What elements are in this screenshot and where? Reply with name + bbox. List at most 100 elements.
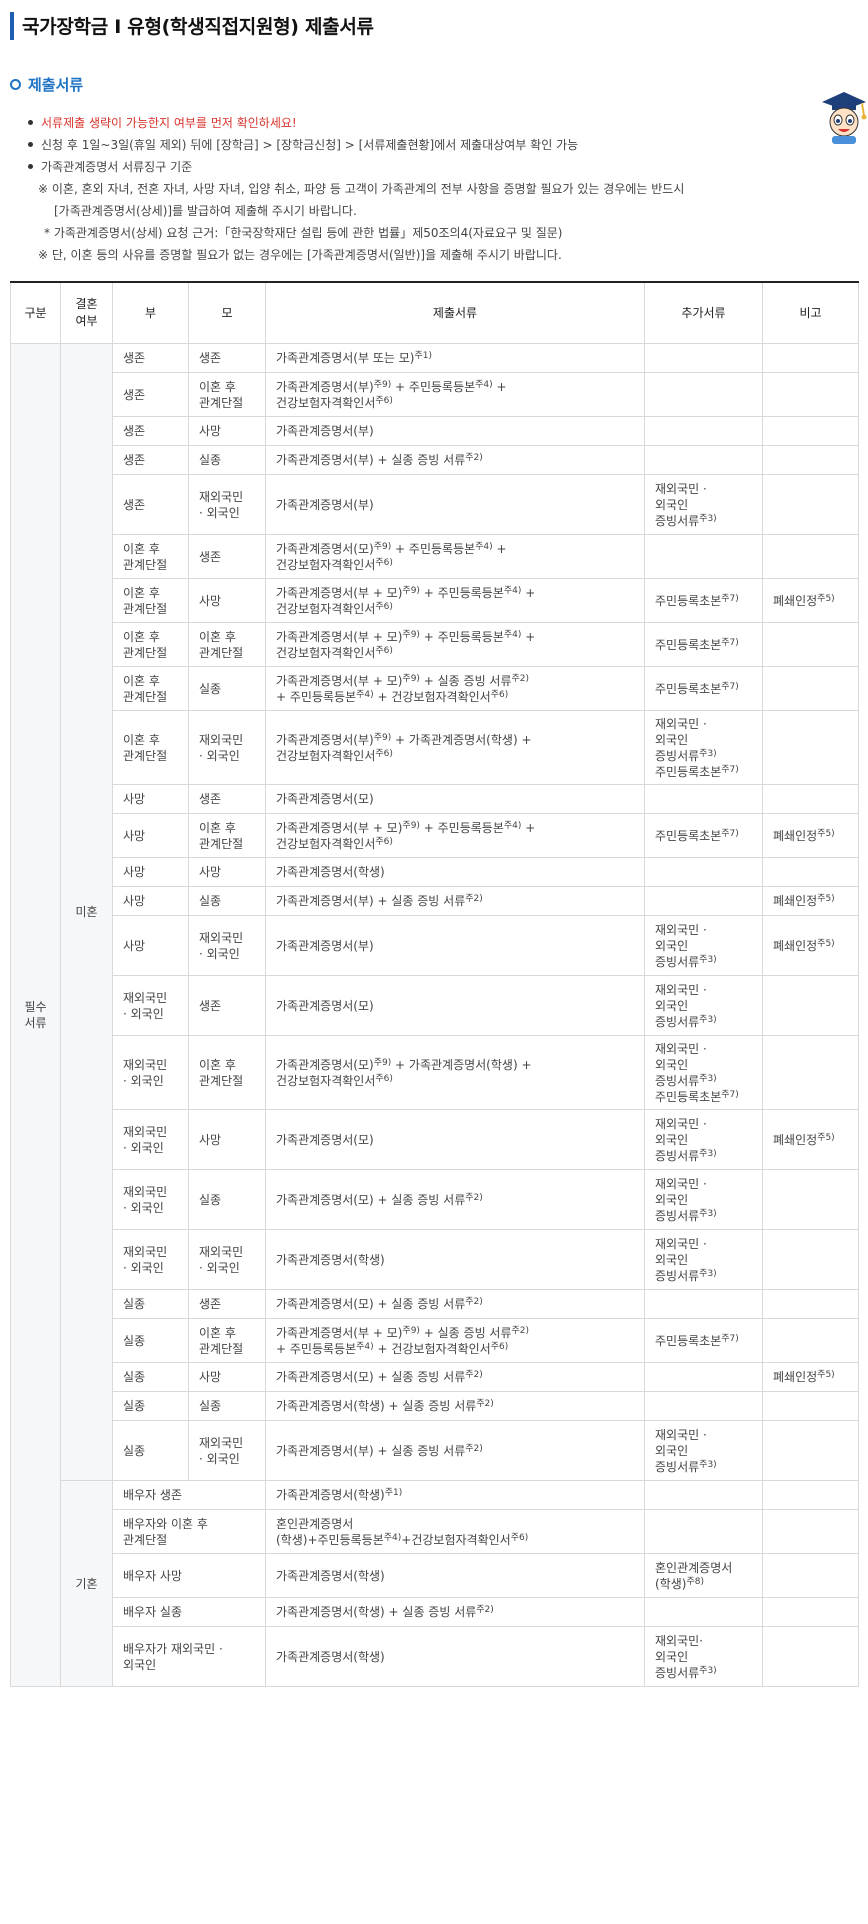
table-row: 생존 재외국민 · 외국인 가족관계증명서(부) 재외국민 · 외국인 증빙서류주3) xyxy=(11,474,859,535)
note-text: [가족관계증명서(상세)]를 발급하여 제출해 주시기 바랍니다. xyxy=(54,204,357,218)
extra-documents-cell: 재외국민 · 외국인 증빙서류주3) 주민등록초본주7) xyxy=(644,710,763,785)
table-row: 이혼 후 관계단절 재외국민 · 외국인 가족관계증명서(부)주9) + 가족관계증명서… xyxy=(11,710,859,785)
remarks-cell xyxy=(762,1597,859,1627)
remarks-cell xyxy=(762,1391,859,1421)
note-text: ※ 단, 이혼 등의 사유를 증명할 필요가 없는 경우에는 [가족관계증명서(… xyxy=(38,248,562,262)
table-row: 배우자가 재외국민 · 외국인 가족관계증명서(학생) 재외국민· 외국인 증빙서류주3) xyxy=(11,1626,859,1687)
remarks-cell: 폐쇄인정주5) xyxy=(762,1362,859,1392)
remarks-cell xyxy=(762,975,859,1036)
mother-status-cell: 생존 xyxy=(188,534,266,579)
category-required-cell: 필수 서류 xyxy=(10,343,61,1687)
mother-status-cell: 사망 xyxy=(188,1109,266,1170)
header-marital-status: 결혼 여부 xyxy=(60,281,113,344)
table-row: 실종 실종 가족관계증명서(학생) + 실종 증빙 서류주2) xyxy=(11,1391,859,1421)
father-status-cell: 실종 xyxy=(112,1318,189,1363)
remarks-cell: 폐쇄인정주5) xyxy=(762,578,859,623)
remarks-cell xyxy=(762,1626,859,1687)
required-documents-cell: 가족관계증명서(부)주9) + 주민등록등본주4) + 건강보험자격확인서주6) xyxy=(265,372,645,417)
table-row: 실종 이혼 후 관계단절 가족관계증명서(부 + 모)주9) + 실종 증빙 서류주2… xyxy=(11,1318,859,1363)
father-status-cell: 이혼 후 관계단절 xyxy=(112,534,189,579)
extra-documents-cell xyxy=(644,1391,763,1421)
table-row: 배우자 실종 가족관계증명서(학생) + 실종 증빙 서류주2) xyxy=(11,1597,859,1627)
father-status-cell: 실종 xyxy=(112,1289,189,1319)
remarks-cell xyxy=(762,622,859,667)
remarks-cell xyxy=(762,1420,859,1481)
father-status-cell: 이혼 후 관계단절 xyxy=(112,622,189,667)
spouse-status-cell: 배우자 생존 xyxy=(112,1480,266,1510)
page: 국가장학금 I 유형(학생직접지원형) 제출서류 제출서류 서류제출 생략이 가… xyxy=(0,0,868,1924)
circle-bullet-icon xyxy=(10,79,21,90)
remarks-cell xyxy=(762,343,859,373)
mother-status-cell: 실종 xyxy=(188,1169,266,1230)
table-row: 이혼 후 관계단절 생존 가족관계증명서(모)주9) + 주민등록등본주4) + 건강보… xyxy=(11,534,859,579)
required-documents-cell: 가족관계증명서(학생) xyxy=(265,1626,645,1687)
required-documents-cell: 가족관계증명서(부 + 모)주9) + 실종 증빙 서류주2) + 주민등록등본주… xyxy=(265,1318,645,1363)
table-row: 재외국민 · 외국인 실종 가족관계증명서(모) + 실종 증빙 서류주2) 재외국민 … xyxy=(11,1169,859,1230)
extra-documents-cell: 주민등록초본주7) xyxy=(644,1318,763,1363)
mother-status-cell: 이혼 후 관계단절 xyxy=(188,1318,266,1363)
extra-documents-cell xyxy=(644,1289,763,1319)
father-status-cell: 생존 xyxy=(112,474,189,535)
table-row: 이혼 후 관계단절 실종 가족관계증명서(부 + 모)주9) + 실종 증빙 서류주2… xyxy=(11,666,859,711)
father-status-cell: 사망 xyxy=(112,813,189,858)
documents-table: 구분 결혼 여부 부 모 제출서류 추가서류 비고 필수 서류 미혼 생존 생존 가족관… xyxy=(10,281,859,1687)
father-status-cell: 생존 xyxy=(112,372,189,417)
mother-status-cell: 사망 xyxy=(188,416,266,446)
mother-status-cell: 재외국민 · 외국인 xyxy=(188,1229,266,1290)
extra-documents-cell xyxy=(644,343,763,373)
table-row: 이혼 후 관계단절 사망 가족관계증명서(부 + 모)주9) + 주민등록등본주4) … xyxy=(11,578,859,623)
mother-status-cell: 생존 xyxy=(188,1289,266,1319)
required-documents-cell: 가족관계증명서(부 + 모)주9) + 주민등록등본주4) + 건강보험자격확인서… xyxy=(265,813,645,858)
mother-status-cell: 사망 xyxy=(188,857,266,887)
table-row: 배우자와 이혼 후 관계단절 혼인관계증명서 (학생)+주민등록등본주4)+건강보험자… xyxy=(11,1509,859,1554)
remarks-cell xyxy=(762,372,859,417)
father-status-cell: 이혼 후 관계단절 xyxy=(112,666,189,711)
page-title: 국가장학금 I 유형(학생직접지원형) 제출서류 xyxy=(22,16,374,38)
extra-documents-cell: 재외국민 · 외국인 증빙서류주3) xyxy=(644,1229,763,1290)
required-documents-cell: 가족관계증명서(부) + 실종 증빙 서류주2) xyxy=(265,886,645,916)
section-header: 제출서류 xyxy=(10,74,83,95)
extra-documents-cell: 재외국민 · 외국인 증빙서류주3) 주민등록초본주7) xyxy=(644,1035,763,1110)
father-status-cell: 생존 xyxy=(112,445,189,475)
extra-documents-cell: 재외국민 · 외국인 증빙서류주3) xyxy=(644,474,763,535)
remarks-cell xyxy=(762,1035,859,1110)
required-documents-cell: 가족관계증명서(부) xyxy=(265,416,645,446)
mother-status-cell: 생존 xyxy=(188,343,266,373)
remarks-cell xyxy=(762,1289,859,1319)
required-documents-cell: 가족관계증명서(모) + 실종 증빙 서류주2) xyxy=(265,1169,645,1230)
required-documents-cell: 가족관계증명서(부 + 모)주9) + 주민등록등본주4) + 건강보험자격확인서… xyxy=(265,622,645,667)
note-line: 가족관계증명서 서류징구 기준 xyxy=(24,156,824,178)
required-documents-cell: 가족관계증명서(학생)주1) xyxy=(265,1480,645,1510)
table-row: 이혼 후 관계단절 이혼 후 관계단절 가족관계증명서(부 + 모)주9) + 주민등록… xyxy=(11,622,859,667)
required-documents-cell: 가족관계증명서(모)주9) + 주민등록등본주4) + 건강보험자격확인서주6) xyxy=(265,534,645,579)
extra-documents-cell: 주민등록초본주7) xyxy=(644,813,763,858)
father-status-cell: 생존 xyxy=(112,416,189,446)
required-documents-cell: 가족관계증명서(부 또는 모)주1) xyxy=(265,343,645,373)
required-documents-cell: 가족관계증명서(학생) + 실종 증빙 서류주2) xyxy=(265,1597,645,1627)
father-status-cell: 사망 xyxy=(112,857,189,887)
remarks-cell xyxy=(762,857,859,887)
mother-status-cell: 이혼 후 관계단절 xyxy=(188,622,266,667)
mascot-graduate-icon xyxy=(822,92,867,144)
required-documents-cell: 가족관계증명서(학생) xyxy=(265,857,645,887)
required-documents-cell: 가족관계증명서(부 + 모)주9) + 실종 증빙 서류주2) + 주민등록등본주… xyxy=(265,666,645,711)
table-row: 사망 이혼 후 관계단절 가족관계증명서(부 + 모)주9) + 주민등록등본주4) … xyxy=(11,813,859,858)
mother-status-cell: 이혼 후 관계단절 xyxy=(188,1035,266,1110)
father-status-cell: 재외국민 · 외국인 xyxy=(112,1035,189,1110)
bullet-dot-icon xyxy=(28,164,33,169)
extra-documents-cell xyxy=(644,857,763,887)
remarks-cell xyxy=(762,534,859,579)
mother-status-cell: 재외국민 · 외국인 xyxy=(188,1420,266,1481)
table-row: 사망 실종 가족관계증명서(부) + 실종 증빙 서류주2) 폐쇄인정주5) xyxy=(11,886,859,916)
mother-status-cell: 실종 xyxy=(188,445,266,475)
mother-status-cell: 사망 xyxy=(188,1362,266,1392)
spouse-status-cell: 배우자 사망 xyxy=(112,1553,266,1598)
extra-documents-cell: 주민등록초본주7) xyxy=(644,578,763,623)
table-row: 재외국민 · 외국인 사망 가족관계증명서(모) 재외국민 · 외국인 증빙서류주3) 폐쇄인… xyxy=(11,1109,859,1170)
father-status-cell: 이혼 후 관계단절 xyxy=(112,710,189,785)
father-status-cell: 사망 xyxy=(112,886,189,916)
extra-documents-cell xyxy=(644,416,763,446)
mother-status-cell: 생존 xyxy=(188,975,266,1036)
father-status-cell: 실종 xyxy=(112,1420,189,1481)
extra-documents-cell xyxy=(644,534,763,579)
